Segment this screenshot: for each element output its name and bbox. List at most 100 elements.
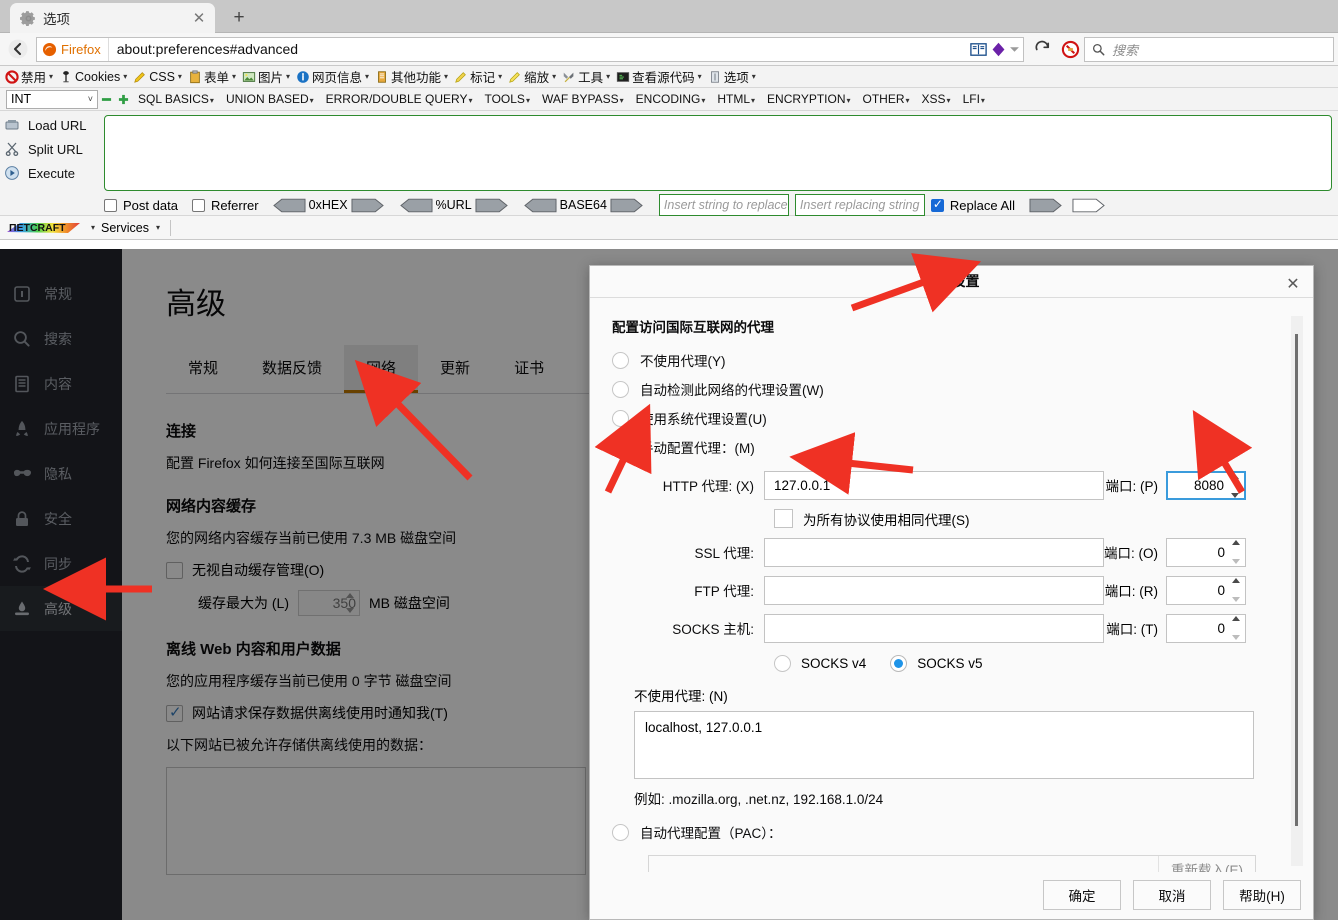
socks-host-input[interactable] [764, 613, 1104, 643]
sql-cat-9[interactable]: XSS▾ [916, 92, 957, 106]
ssl-port-input[interactable]: 0 [1166, 537, 1246, 567]
chevron-down-icon[interactable] [1009, 44, 1020, 55]
split-url-label: Split URL [28, 141, 83, 157]
radio-icon[interactable] [612, 823, 629, 841]
radio-icon[interactable] [612, 351, 629, 369]
encode-arrow-icon[interactable] [351, 198, 384, 213]
sql-cat-3[interactable]: TOOLS▾ [478, 92, 535, 106]
hackbar-url-textarea[interactable] [104, 115, 1332, 191]
sql-cat-4[interactable]: WAF BYPASS▾ [536, 92, 630, 106]
wd-item-options[interactable]: 选项 ▾ [705, 67, 759, 86]
back-button[interactable] [4, 36, 32, 62]
close-icon[interactable]: ✕ [1283, 274, 1303, 294]
ssl-port-value: 0 [1217, 544, 1225, 560]
same-proxy-checkbox[interactable] [774, 509, 793, 529]
search-bar[interactable]: 搜索 [1084, 36, 1334, 62]
encode-arrow-icon[interactable] [475, 198, 508, 213]
radio-icon[interactable] [612, 380, 629, 398]
radio-no-proxy[interactable]: 不使用代理(Y) [612, 346, 1313, 375]
radio-pac[interactable]: 自动代理配置（PAC）： [612, 818, 1313, 847]
ftp-port-input[interactable]: 0 [1166, 575, 1246, 605]
search-input[interactable]: 搜索 [1112, 40, 1138, 59]
wd-item-outline[interactable]: 标记 ▾ [451, 67, 505, 86]
post-data-checkbox[interactable] [104, 198, 117, 212]
decode-arrow-icon[interactable] [523, 198, 557, 213]
browser-tab[interactable]: 选项 ✕ [10, 3, 215, 33]
spinner-arrows-icon[interactable] [1229, 539, 1243, 564]
radio-icon[interactable] [612, 409, 629, 427]
replace-string-input[interactable]: Insert string to replace [658, 194, 789, 216]
wd-item-viewsource[interactable]: 查看源代码 ▾ [613, 67, 705, 86]
sql-cat-2[interactable]: ERROR/DOUBLE QUERY▾ [320, 92, 479, 106]
wd-item-pageinfo[interactable]: 网页信息 ▾ [293, 67, 372, 86]
socks-port-value: 0 [1217, 620, 1225, 636]
sql-cat-0[interactable]: SQL BASICS▾ [132, 92, 220, 106]
wd-item-disable[interactable]: 禁用 ▾ [2, 67, 56, 86]
url-bar[interactable]: Firefox about:preferences#advanced [36, 36, 1024, 62]
http-proxy-input[interactable]: 127.0.0.1 [764, 470, 1104, 500]
sql-cat-8[interactable]: OTHER▾ [857, 92, 916, 106]
cancel-button[interactable]: 取消 [1133, 880, 1211, 911]
reload-button[interactable] [1028, 36, 1056, 62]
wd-item-cookies[interactable]: Cookies ▾ [56, 70, 130, 84]
wd-item-forms[interactable]: 表单 ▾ [185, 67, 239, 86]
encoder-base64: BASE64 [523, 198, 643, 213]
sql-cat-5[interactable]: ENCODING▾ [630, 92, 712, 106]
decode-arrow-icon[interactable] [399, 198, 433, 213]
spinner-arrows-icon[interactable] [1229, 577, 1243, 602]
spinner-arrows-icon[interactable] [1229, 615, 1243, 640]
ok-button[interactable]: 确定 [1043, 880, 1121, 911]
ssl-proxy-input[interactable] [764, 537, 1104, 567]
execute-action[interactable]: Execute [0, 161, 100, 185]
same-proxy-row[interactable]: 为所有协议使用相同代理(S) [774, 509, 1313, 529]
reader-mode-icon[interactable] [969, 40, 988, 59]
no-proxy-textarea[interactable]: localhost, 127.0.0.1 [634, 710, 1254, 779]
dialog-scrollbar[interactable] [1291, 315, 1303, 866]
sql-cat-1[interactable]: UNION BASED▾ [220, 92, 320, 106]
netcraft-services-label[interactable]: Services [101, 221, 149, 235]
minus-icon[interactable] [101, 94, 112, 105]
plus-icon[interactable] [118, 94, 129, 105]
scrollbar-thumb[interactable] [1295, 333, 1298, 826]
split-url-action[interactable]: Split URL [0, 137, 100, 161]
url-text[interactable]: about:preferences#advanced [109, 41, 298, 57]
radio-system-proxy[interactable]: 使用系统代理设置(U) [612, 404, 1313, 433]
bookmark-diamond-icon[interactable] [990, 41, 1007, 58]
referrer-checkbox[interactable] [191, 198, 205, 212]
sql-cat-6[interactable]: HTML▾ [711, 92, 761, 106]
radio-icon[interactable] [612, 438, 629, 456]
socks-v4-radio[interactable] [774, 654, 791, 672]
wd-label: CSS [149, 69, 175, 84]
sql-cat-7[interactable]: ENCRYPTION▾ [761, 92, 856, 106]
http-port-input[interactable]: 8080 [1166, 470, 1246, 500]
wd-item-misc[interactable]: 其他功能 ▾ [372, 67, 451, 86]
replace-apply-arrow-icon[interactable] [1029, 198, 1062, 213]
chevron-down-icon[interactable]: ▾ [91, 223, 95, 232]
replace-revert-arrow-icon[interactable] [1072, 198, 1105, 213]
help-button[interactable]: 帮助(H) [1223, 880, 1301, 911]
ftp-proxy-input[interactable] [764, 575, 1104, 605]
socks-v5-radio[interactable] [890, 654, 908, 672]
pac-reload-button[interactable]: 重新载入(E) [1158, 855, 1255, 872]
sql-cat-10[interactable]: LFI▾ [957, 92, 991, 106]
radio-auto-detect[interactable]: 自动检测此网络的代理设置(W) [612, 375, 1313, 404]
replace-all-checkbox[interactable] [930, 197, 944, 212]
pac-url-input[interactable]: 重新载入(E) [648, 854, 1256, 872]
tab-close-icon[interactable]: ✕ [189, 8, 209, 28]
wd-item-css[interactable]: CSS ▾ [130, 70, 185, 84]
replacing-string-input[interactable]: Insert replacing string [794, 194, 925, 216]
socks-port-input[interactable]: 0 [1166, 613, 1246, 643]
noscript-icon[interactable] [1056, 36, 1084, 62]
spinner-arrows-icon[interactable] [1228, 473, 1242, 498]
radio-manual-proxy[interactable]: 手动配置代理：(M) [612, 433, 1313, 462]
sql-type-select[interactable]: INT ˅ [6, 89, 98, 109]
wd-item-resize[interactable]: 缩放 ▾ [505, 67, 559, 86]
encode-arrow-icon[interactable] [610, 198, 643, 213]
wd-item-tools[interactable]: 工具 ▾ [559, 67, 613, 86]
new-tab-button[interactable]: + [225, 4, 253, 31]
wd-item-images[interactable]: 图片 ▾ [239, 67, 293, 86]
identity-box[interactable]: Firefox [37, 37, 109, 61]
sql-categories-toolbar: INT ˅ SQL BASICS▾ UNION BASED▾ ERROR/DOU… [0, 88, 1338, 111]
load-url-action[interactable]: Load URL [0, 113, 100, 137]
decode-arrow-icon[interactable] [272, 198, 306, 213]
